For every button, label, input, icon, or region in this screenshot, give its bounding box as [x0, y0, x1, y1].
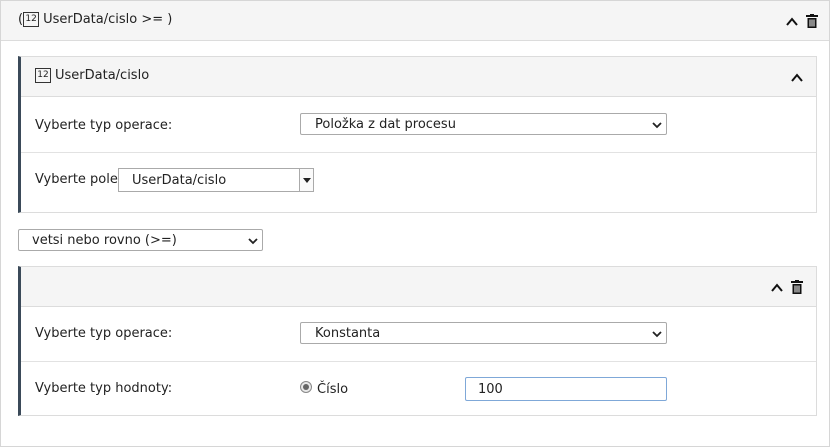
- field-label: Vyberte pole:: [35, 172, 123, 187]
- value-type-number-label[interactable]: Číslo: [317, 382, 348, 397]
- row-divider: [21, 152, 816, 153]
- constant-value-input[interactable]: 100: [465, 377, 667, 401]
- condition-panel: ( 12 UserData/cislo >= ) 12 UserData/cis…: [0, 0, 830, 447]
- operation-type-value: Konstanta: [315, 326, 381, 341]
- left-operand-title-text: UserData/cislo: [55, 68, 150, 83]
- left-operand-card: 12 UserData/cislo Vyberte typ operace: P…: [18, 56, 817, 213]
- field-value: UserData/cislo: [132, 173, 227, 188]
- right-operand-card: Vyberte typ operace: Konstanta Vyberte t…: [18, 266, 817, 416]
- collapse-chevron-up-icon[interactable]: [786, 16, 798, 28]
- expression-text: UserData/cislo >= ): [43, 12, 173, 27]
- operator-select[interactable]: vetsi nebo rovno (>=): [18, 229, 263, 251]
- row-divider: [21, 361, 816, 362]
- operation-type-select[interactable]: Položka z dat procesu: [300, 113, 667, 135]
- left-operand-title: 12 UserData/cislo: [35, 68, 149, 83]
- left-operand-header: 12 UserData/cislo: [21, 57, 816, 97]
- operation-type-value: Položka z dat procesu: [315, 117, 456, 132]
- chevron-down-icon: [652, 122, 662, 129]
- delete-trash-icon[interactable]: [806, 14, 818, 28]
- operation-type-select[interactable]: Konstanta: [300, 322, 667, 344]
- value-type-label: Vyberte typ hodnoty:: [35, 381, 173, 396]
- constant-value: 100: [478, 382, 503, 397]
- operator-value: vetsi nebo rovno (>=): [32, 233, 177, 248]
- field-combobox[interactable]: UserData/cislo: [118, 168, 314, 192]
- expression-title: ( 12 UserData/cislo >= ): [18, 12, 172, 27]
- operation-type-label: Vyberte typ operace:: [35, 118, 173, 133]
- expression-header: ( 12 UserData/cislo >= ): [1, 1, 829, 41]
- collapse-chevron-up-icon[interactable]: [791, 72, 803, 84]
- number-type-icon: 12: [23, 12, 40, 27]
- chevron-down-icon: [248, 238, 258, 245]
- operation-type-label: Vyberte typ operace:: [35, 326, 173, 341]
- dropdown-arrow-icon: [303, 178, 311, 183]
- collapse-chevron-up-icon[interactable]: [771, 282, 783, 294]
- value-type-number-radio[interactable]: [300, 381, 312, 393]
- number-type-icon: 12: [35, 68, 51, 83]
- field-dropdown-button[interactable]: [299, 169, 313, 191]
- chevron-down-icon: [652, 331, 662, 338]
- right-operand-header: [21, 267, 816, 307]
- delete-trash-icon[interactable]: [791, 280, 803, 294]
